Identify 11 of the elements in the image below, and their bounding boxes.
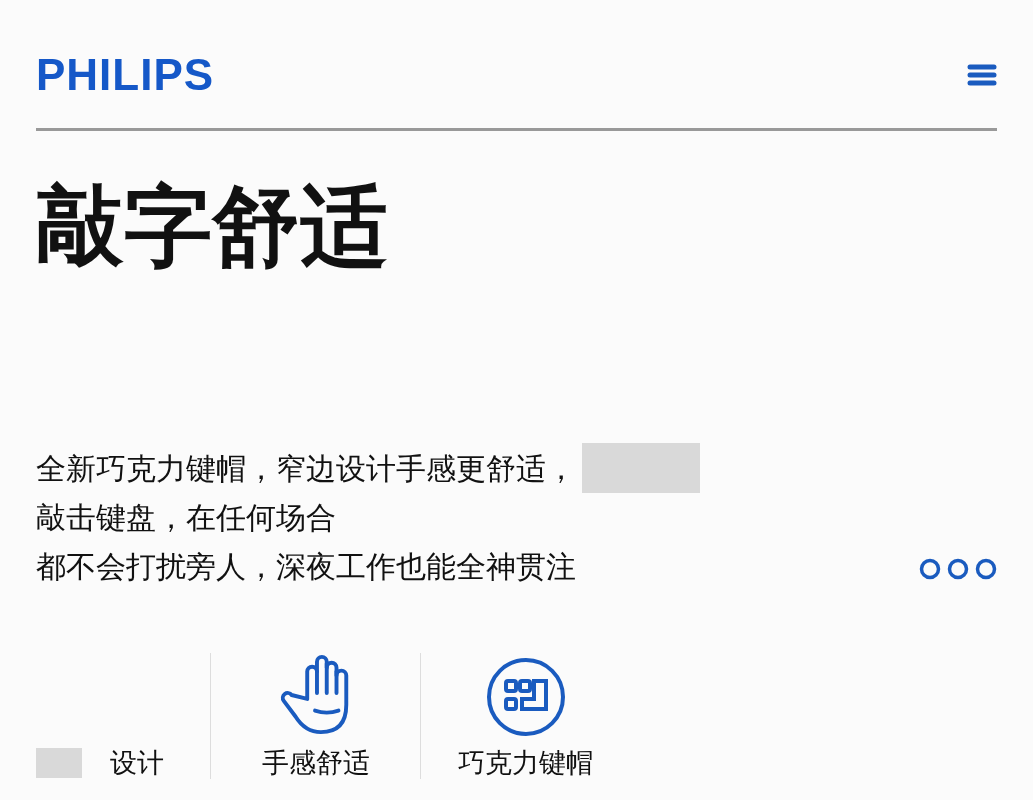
description-line: 敲击键盘，在任何场合 — [36, 499, 336, 537]
description-line: 都不会打扰旁人，深夜工作也能全神贯注 — [36, 548, 576, 586]
description-line: 全新巧克力键帽，窄边设计手感更舒适， — [36, 449, 576, 488]
feature-label: 巧克力键帽 — [458, 747, 593, 779]
redaction-block — [36, 748, 82, 778]
feature-label: 手感舒适 — [261, 747, 370, 779]
brand-logo[interactable]: PHILIPS — [36, 50, 215, 100]
menu-icon[interactable] — [967, 64, 997, 86]
feature-label: 设计 — [110, 747, 164, 779]
keycap-icon — [485, 657, 566, 737]
more-icon[interactable] — [919, 557, 997, 581]
